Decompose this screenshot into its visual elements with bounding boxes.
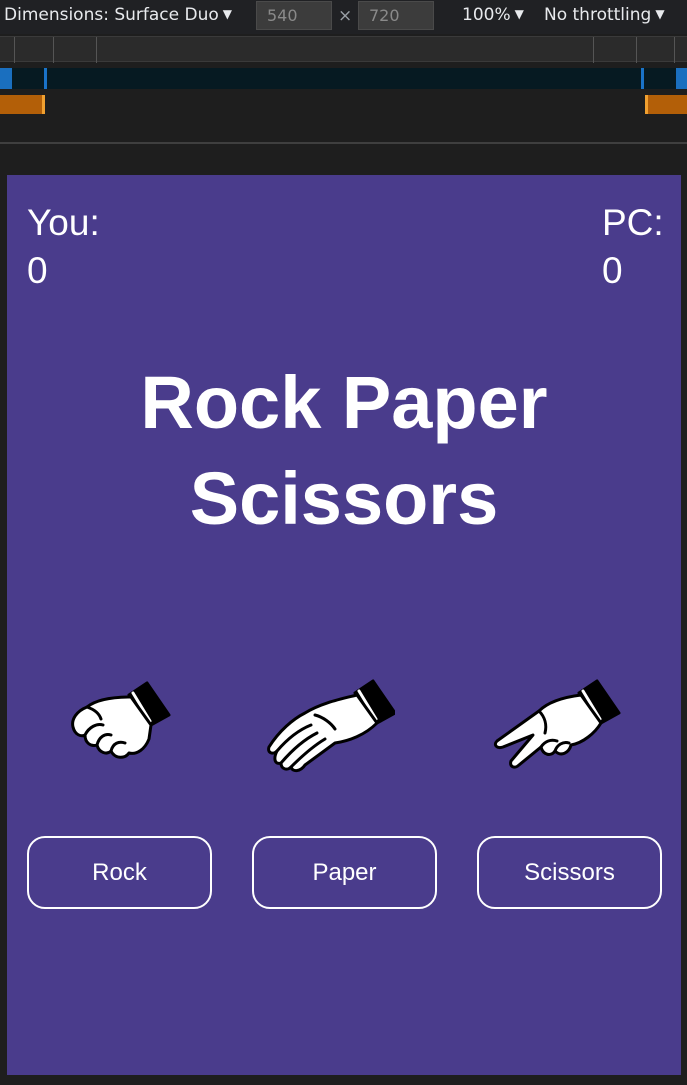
ruler-segment: [53, 37, 54, 63]
devtools-divider: [0, 142, 687, 144]
media-query-ruler-min[interactable]: [0, 95, 687, 114]
ruler-segment: [593, 37, 594, 63]
throttling-label: No throttling: [544, 5, 652, 25]
ruler-mark: [641, 68, 644, 89]
height-input[interactable]: 720: [358, 1, 434, 30]
ruler-bar: [0, 95, 45, 114]
media-query-ruler-max[interactable]: [0, 36, 687, 63]
title-line-1: Rock Paper: [140, 361, 548, 444]
dimension-times-icon: ×: [338, 6, 353, 26]
zoom-label: 100%: [462, 5, 511, 25]
rock-button[interactable]: Rock: [27, 836, 212, 909]
ruler-mark: [42, 95, 45, 114]
scissors-button[interactable]: Scissors: [477, 836, 662, 909]
width-input[interactable]: 540: [256, 1, 332, 30]
ruler-segment: [96, 37, 97, 63]
zoom-chevron-down-icon: ▼: [514, 7, 524, 21]
ruler-mark: [645, 95, 648, 114]
fist-hand-icon: [67, 675, 177, 775]
pc-score-label: PC:: [602, 202, 664, 243]
peace-hand-icon: [491, 675, 621, 775]
dimensions-chevron-down-icon: ▼: [222, 7, 233, 21]
page-title: Rock Paper Scissors: [7, 355, 681, 547]
pc-score-value: 0: [602, 250, 623, 291]
ruler-mark: [44, 68, 47, 89]
player-score: You: 0: [27, 199, 100, 295]
player-score-value: 0: [27, 250, 48, 291]
pc-score: PC: 0: [602, 199, 664, 295]
media-query-ruler-min-max[interactable]: [0, 68, 687, 89]
devtools-device-toolbar: Dimensions: Surface Duo ▼ 540 × 720 100% ▼…: [0, 0, 687, 34]
title-line-2: Scissors: [189, 457, 499, 540]
throttling-dropdown[interactable]: No throttling ▼: [544, 5, 665, 25]
zoom-dropdown[interactable]: 100% ▼: [462, 5, 524, 25]
ruler-segment: [636, 37, 637, 63]
ruler-mark: [676, 68, 687, 89]
throttling-chevron-down-icon: ▼: [655, 7, 665, 21]
paper-button[interactable]: Paper: [252, 836, 437, 909]
dimensions-dropdown[interactable]: Dimensions: Surface Duo ▼: [4, 5, 232, 25]
ruler-segment: [674, 37, 675, 63]
dimensions-label: Dimensions: Surface Duo: [4, 5, 219, 25]
player-score-label: You:: [27, 202, 100, 243]
game-viewport: You: 0 PC: 0 Rock Paper Scissors Rock Pa…: [7, 175, 681, 1075]
ruler-mark: [0, 68, 12, 89]
open-hand-icon: [265, 675, 397, 775]
ruler-bar: [645, 95, 687, 114]
ruler-segment: [14, 37, 15, 63]
